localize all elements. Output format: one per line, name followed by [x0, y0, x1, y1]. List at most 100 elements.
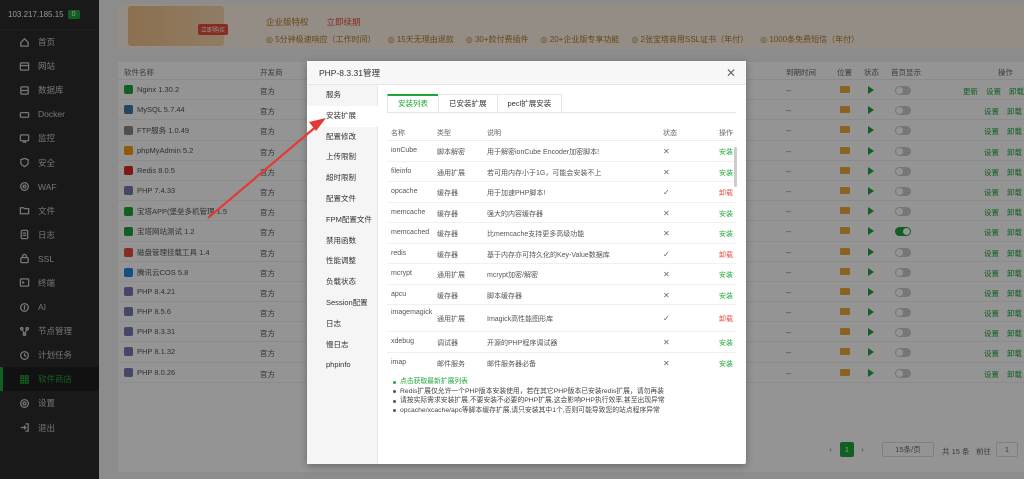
not-installed-x-icon: ✕ [663, 338, 670, 347]
dialog-menu-item[interactable]: 服务 [307, 85, 377, 106]
extension-type: 缓存器 [437, 190, 458, 197]
extension-name: redis [391, 249, 407, 257]
extension-type: 调试器 [437, 340, 458, 347]
extension-desc: 脚本缓存器 [487, 292, 522, 300]
extension-row: fileinfo 通用扩展 若可用内存小于1G，可能会安装不上 ✕ 安装 [387, 162, 737, 182]
uninstall-link[interactable]: 卸载 [719, 250, 733, 260]
extension-table: 名称 类型 说明 状态 操作 ionCube 脚本解密 用于解密ionCube En… [387, 123, 737, 367]
dialog-menu-item[interactable]: 慢日志 [307, 335, 377, 356]
uninstall-link[interactable]: 卸载 [719, 314, 733, 324]
dialog-menu-item[interactable]: 超时限制 [307, 168, 377, 189]
extension-tab[interactable]: pecl扩展安装 [496, 94, 563, 112]
dialog-menu-item[interactable]: 配置修改 [307, 127, 377, 148]
extension-tab[interactable]: 安装列表 [387, 94, 439, 112]
extension-type: 脚本解密 [437, 149, 465, 156]
extension-row: imagemagick 通用扩展 Imagick高性能图形库 ✓ 卸载 [387, 305, 737, 332]
installed-check-icon: ✓ [663, 188, 670, 197]
extension-desc: 用于加速PHP脚本! [487, 190, 546, 197]
close-icon[interactable]: ✕ [726, 61, 736, 85]
extension-desc: mcrypt加密/解密 [487, 272, 538, 279]
extension-note: Redis扩展仅允许一个PHP版本安装使用，若在其它PHP版本已安装redis扩… [391, 387, 741, 397]
extension-row: apcu 缓存器 脚本缓存器 ✕ 安装 [387, 285, 737, 305]
extension-name: ionCube [391, 147, 418, 154]
not-installed-x-icon: ✕ [663, 167, 670, 177]
install-link[interactable]: 安装 [719, 229, 733, 239]
extension-type: 缓存器 [437, 251, 458, 259]
extension-row: opcache 缓存器 用于加速PHP脚本! ✓ 卸载 [387, 182, 737, 203]
install-link[interactable]: 安装 [719, 359, 733, 368]
extension-name: apcu [391, 290, 407, 298]
dialog-menu-item[interactable]: 安装扩展 [307, 105, 378, 127]
installed-check-icon: ✓ [663, 314, 670, 323]
dialog-menu-item[interactable]: 负载状态 [307, 272, 377, 293]
install-link[interactable]: 安装 [719, 209, 733, 219]
extension-row: ionCube 脚本解密 用于解密ionCube Encoder加密脚本! ✕ 安装 [387, 141, 737, 162]
dialog-title: PHP-8.3.31管理 [319, 68, 380, 78]
not-installed-x-icon: ✕ [663, 290, 670, 300]
col-ext-name: 名称 [391, 130, 405, 137]
extension-type: 邮件服务 [437, 360, 465, 368]
extension-rows: ionCube 脚本解密 用于解密ionCube Encoder加密脚本! ✕ 安装 fi… [387, 141, 737, 367]
col-ext-desc: 说明 [487, 130, 501, 137]
extension-type: 通用扩展 [437, 272, 465, 279]
extension-name: memcache [391, 208, 426, 216]
install-link[interactable]: 安装 [719, 291, 733, 301]
extension-row: memcached 缓存器 比memcache支持更多高级功能 ✕ 安装 [387, 223, 737, 244]
extension-notes: 点击获取最新扩展列表 Redis扩展仅允许一个PHP版本安装使用，若在其它PHP版… [391, 377, 741, 415]
extension-desc: 邮件服务器必备 [487, 360, 536, 368]
extension-type: 缓存器 [437, 231, 458, 238]
extension-name: mcrypt [391, 270, 412, 277]
dialog-menu-item[interactable]: 配置文件 [307, 189, 377, 210]
col-ext-action: 操作 [719, 130, 733, 137]
dialog-menu-item[interactable]: 性能调整 [307, 251, 377, 272]
not-installed-x-icon: ✕ [663, 208, 670, 218]
extension-table-header: 名称 类型 说明 状态 操作 [387, 123, 737, 141]
extension-type: 通用扩展 [437, 169, 465, 177]
extension-row: mcrypt 通用扩展 mcrypt加密/解密 ✕ 安装 [387, 264, 737, 285]
extension-name: fileinfo [391, 167, 412, 175]
extension-name: memcached [391, 229, 430, 236]
extension-row: xdebug 调试器 开源的PHP程序调试器 ✕ 安装 [387, 332, 737, 353]
dialog-title-bar: PHP-8.3.31管理 ✕ [307, 61, 746, 85]
install-link[interactable]: 安装 [719, 168, 733, 178]
extension-type: 通用扩展 [437, 316, 465, 323]
extension-note: 请按实际需求安装扩展,不要安装不必要的PHP扩展,这会影响PHP执行效率,甚至出… [391, 396, 741, 406]
extension-type: 缓存器 [437, 210, 458, 218]
extension-desc: 比memcache支持更多高级功能 [487, 231, 585, 238]
extension-name: xdebug [391, 338, 414, 345]
dialog-menu-item[interactable]: 上传限制 [307, 147, 377, 168]
install-link[interactable]: 安装 [719, 147, 733, 157]
extension-desc: 基于内存亦可持久化的Key-Value数据库 [487, 251, 610, 259]
col-ext-status: 状态 [663, 130, 677, 137]
extension-row: redis 缓存器 基于内存亦可持久化的Key-Value数据库 ✓ 卸载 [387, 244, 737, 264]
dialog-menu-item[interactable]: 日志 [307, 314, 377, 335]
extension-note: opcache/xcache/apc等脚本缓存扩展,请只安装其中1个,否则可能导… [391, 406, 741, 416]
dialog-menu: 服务 安装扩展 配置修改 上传限制 超时限制 配置文件 FPM配置文件 禁用函数 性能调整 负载状… [307, 85, 378, 464]
extension-desc: 开源的PHP程序调试器 [487, 340, 558, 347]
extension-name: imap [391, 358, 407, 366]
install-link[interactable]: 安装 [719, 338, 733, 348]
dialog-menu-item[interactable]: 禁用函数 [307, 231, 377, 252]
extension-type: 缓存器 [437, 292, 458, 300]
installed-check-icon: ✓ [663, 249, 670, 259]
extension-tab[interactable]: 已安装扩展 [438, 94, 498, 112]
extension-name: opcache [391, 188, 418, 195]
install-link[interactable]: 安装 [719, 270, 733, 280]
dialog-menu-item[interactable]: FPM配置文件 [307, 210, 377, 231]
not-installed-x-icon: ✕ [663, 270, 670, 279]
refresh-extension-list-link[interactable]: 点击获取最新扩展列表 [391, 377, 741, 387]
extension-desc: 用于解密ionCube Encoder加密脚本! [487, 149, 600, 156]
dialog-menu-item[interactable]: Session配置 [307, 293, 377, 314]
not-installed-x-icon: ✕ [663, 147, 670, 156]
uninstall-link[interactable]: 卸载 [719, 188, 733, 198]
not-installed-x-icon: ✕ [663, 229, 670, 238]
extension-desc: 强大的内容缓存器 [487, 210, 543, 218]
dialog-menu-item[interactable]: phpinfo [307, 355, 377, 376]
extension-row: memcache 缓存器 强大的内容缓存器 ✕ 安装 [387, 203, 737, 223]
extension-row: imap 邮件服务 邮件服务器必备 ✕ 安装 [387, 353, 737, 368]
col-ext-type: 类型 [437, 130, 451, 137]
extension-name: imagemagick [391, 309, 433, 316]
not-installed-x-icon: ✕ [663, 358, 670, 368]
extension-desc: 若可用内存小于1G，可能会安装不上 [487, 169, 602, 177]
extension-scrollbar[interactable] [734, 147, 737, 187]
